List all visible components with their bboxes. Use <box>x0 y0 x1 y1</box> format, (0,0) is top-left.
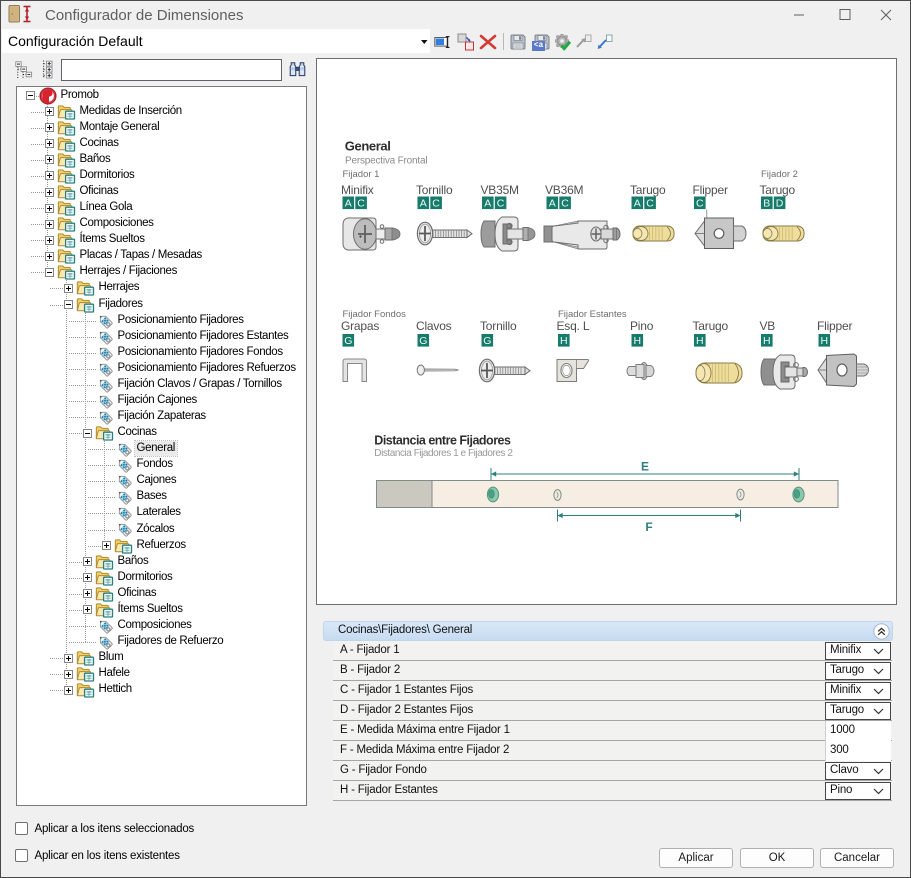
svg-text:Tornillo: Tornillo <box>480 319 517 333</box>
svg-text:General: General <box>345 139 391 154</box>
svg-text:Flipper: Flipper <box>693 183 728 197</box>
svg-text:Esq. L: Esq. L <box>557 319 590 333</box>
svg-text:A: A <box>420 198 427 210</box>
svg-text:A: A <box>634 198 641 210</box>
svg-text:F: F <box>645 520 652 534</box>
svg-text:C: C <box>561 198 569 210</box>
svg-text:VB35M: VB35M <box>481 183 520 197</box>
svg-text:H: H <box>560 335 568 347</box>
svg-text:Grapas: Grapas <box>341 319 379 333</box>
svg-text:H: H <box>634 335 642 347</box>
svg-text:H: H <box>821 335 829 347</box>
svg-text:C: C <box>357 198 365 210</box>
svg-text:H: H <box>696 335 704 347</box>
svg-text:Tarugo: Tarugo <box>630 183 666 197</box>
svg-text:Minifix: Minifix <box>341 183 374 197</box>
svg-text:C: C <box>696 198 704 210</box>
svg-text:A: A <box>549 198 556 210</box>
svg-text:Fijador 1: Fijador 1 <box>343 169 380 180</box>
svg-text:G: G <box>344 335 352 347</box>
svg-text:Tornillo: Tornillo <box>416 183 453 197</box>
svg-text:Distancia Fijadores 1 e Fijado: Distancia Fijadores 1 e Fijadores 2 <box>374 448 513 459</box>
svg-text:G: G <box>419 335 427 347</box>
svg-text:D: D <box>776 198 784 210</box>
svg-text:A: A <box>345 198 352 210</box>
svg-text:VB: VB <box>760 319 776 333</box>
svg-text:Flipper: Flipper <box>817 319 852 333</box>
svg-text:Pino: Pino <box>630 319 654 333</box>
svg-text:C: C <box>497 198 505 210</box>
svg-text:C: C <box>432 198 440 210</box>
svg-text:Distancia entre Fijadores: Distancia entre Fijadores <box>374 434 511 448</box>
svg-text:VB36M: VB36M <box>545 183 584 197</box>
svg-text:Tarugo: Tarugo <box>693 319 729 333</box>
svg-text:C: C <box>646 198 654 210</box>
svg-text:E: E <box>641 460 649 474</box>
svg-text:B: B <box>763 198 770 210</box>
svg-text:G: G <box>483 335 491 347</box>
svg-text:Perspectiva Frontal: Perspectiva Frontal <box>345 156 427 167</box>
svg-text:Fijador 2: Fijador 2 <box>761 169 798 180</box>
svg-text:A: A <box>484 198 491 210</box>
svg-text:Tarugo: Tarugo <box>760 183 796 197</box>
svg-text:H: H <box>763 335 771 347</box>
svg-text:Clavos: Clavos <box>416 319 452 333</box>
